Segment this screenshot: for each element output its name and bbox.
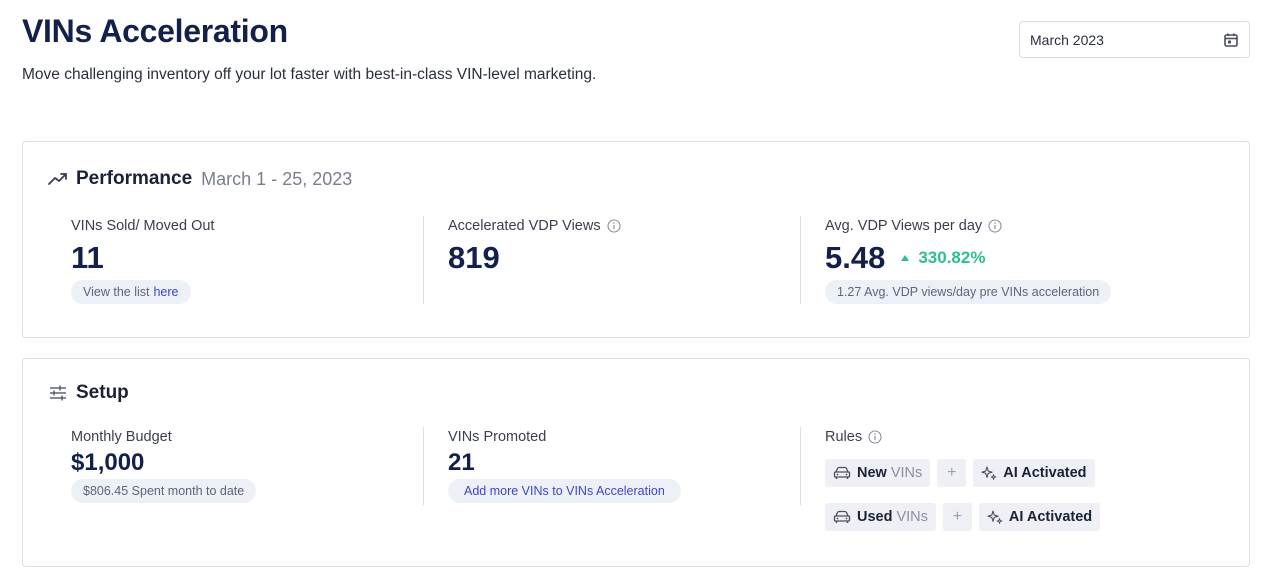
vins-sold-label: VINs Sold/ Moved Out	[71, 218, 215, 234]
setup-header: Setup	[47, 382, 129, 404]
pre-acceleration-pill: 1.27 Avg. VDP views/day pre VINs acceler…	[825, 280, 1112, 304]
column-divider	[423, 216, 424, 304]
accelerated-views-value: 819	[448, 240, 500, 275]
performance-card: Performance March 1 - 25, 2023 VINs Sold…	[22, 141, 1250, 338]
avg-views-label-text: Avg. VDP Views per day	[825, 218, 983, 234]
vins-sold-value: 11	[71, 240, 104, 275]
sliders-icon	[47, 382, 69, 404]
calendar-icon[interactable]	[1223, 32, 1239, 48]
column-divider	[800, 216, 801, 304]
rules-label: Rules	[825, 429, 882, 445]
spent-month-pill: $806.45 Spent month to date	[71, 479, 257, 503]
new-vins-chip[interactable]: New VINs	[825, 459, 931, 487]
sparkle-icon	[981, 465, 997, 481]
trending-up-icon	[47, 168, 69, 190]
car-icon	[833, 510, 851, 524]
vins-promoted-metric: VINs Promoted 21 Add more VINs to VINs A…	[448, 429, 681, 503]
rule-row-new: New VINs + AI Activated	[825, 459, 1095, 487]
avg-views-value: 5.48	[825, 240, 886, 275]
accelerated-views-metric: Accelerated VDP Views 819	[448, 218, 621, 276]
performance-title: Performance	[76, 168, 193, 189]
add-rule-button[interactable]: +	[942, 503, 972, 531]
avg-views-delta: 330.82%	[901, 248, 985, 268]
rule-type-new: New	[857, 465, 887, 481]
accelerated-views-label: Accelerated VDP Views	[448, 218, 621, 234]
info-icon[interactable]	[988, 219, 1002, 233]
avg-views-label: Avg. VDP Views per day	[825, 218, 1111, 234]
monthly-budget-value: $1,000	[71, 449, 145, 476]
ai-activated-label: AI Activated	[1003, 465, 1087, 481]
ai-activated-label: AI Activated	[1008, 509, 1093, 525]
avg-views-value-row: 5.48 330.82%	[825, 240, 1111, 276]
performance-header: Performance March 1 - 25, 2023	[47, 168, 352, 190]
ai-activated-chip[interactable]: AI Activated	[978, 503, 1101, 531]
setup-card: Setup Monthly Budget $1,000 $806.45 Spen…	[22, 358, 1250, 567]
rule-type-used: Used	[857, 509, 893, 525]
add-rule-button[interactable]: +	[937, 459, 967, 487]
date-picker-value: March 2023	[1030, 31, 1104, 48]
sparkle-icon	[987, 509, 1003, 525]
monthly-budget-metric: Monthly Budget $1,000 $806.45 Spent mont…	[71, 429, 257, 503]
view-list-text: View the list	[83, 285, 150, 299]
rule-type-suffix: VINs	[896, 509, 928, 525]
rules-section: Rules	[825, 429, 882, 445]
avg-views-delta-value: 330.82%	[918, 248, 986, 267]
rule-row-used: Used VINs + AI Activated	[825, 503, 1101, 531]
accelerated-views-label-text: Accelerated VDP Views	[448, 218, 601, 234]
monthly-budget-label: Monthly Budget	[71, 429, 172, 445]
avg-views-metric: Avg. VDP Views per day 5.48 330.82% 1.27…	[825, 218, 1112, 304]
rule-type-suffix: VINs	[890, 465, 923, 481]
column-divider	[800, 427, 801, 505]
column-divider	[423, 427, 424, 505]
info-icon[interactable]	[607, 219, 621, 233]
view-list-link[interactable]: here	[153, 285, 178, 299]
page-subtitle: Move challenging inventory off your lot …	[22, 66, 597, 83]
vins-promoted-value: 21	[448, 449, 475, 476]
vins-promoted-label: VINs Promoted	[448, 429, 547, 445]
rules-label-text: Rules	[825, 429, 863, 445]
car-icon	[833, 466, 851, 480]
month-date-picker[interactable]: March 2023	[1019, 21, 1250, 58]
page-title: VINs Acceleration	[22, 13, 288, 49]
ai-activated-chip[interactable]: AI Activated	[973, 459, 1095, 487]
vins-sold-metric: VINs Sold/ Moved Out 11 View the list he…	[71, 218, 214, 304]
view-list-pill: View the list here	[71, 280, 191, 304]
setup-title: Setup	[76, 382, 129, 403]
info-icon[interactable]	[868, 430, 882, 444]
performance-date-range: March 1 - 25, 2023	[201, 168, 353, 189]
add-more-vins-link[interactable]: Add more VINs to VINs Acceleration	[448, 479, 681, 503]
used-vins-chip[interactable]: Used VINs	[825, 503, 936, 531]
arrow-up-icon	[901, 255, 910, 261]
